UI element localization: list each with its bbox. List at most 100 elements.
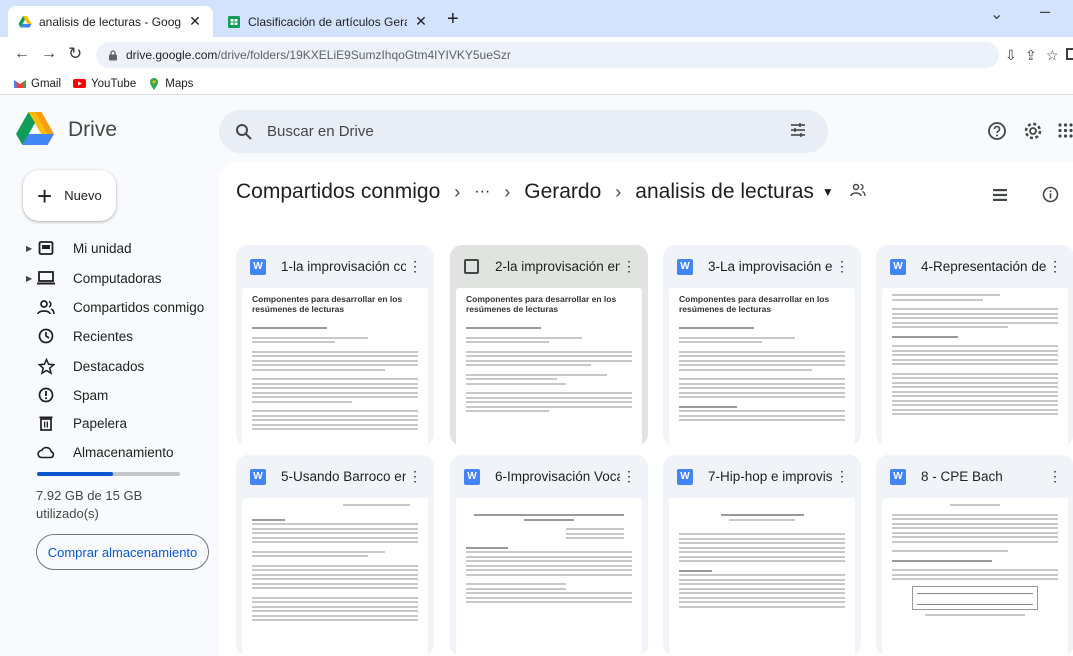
- file-card[interactable]: W 4-Representación de la improvisación ⋮: [876, 245, 1073, 446]
- bookmark-label: Maps: [165, 77, 194, 90]
- file-card[interactable]: W 7-Hip-hop e improvisación ⋮: [663, 455, 861, 656]
- bookmark-gmail[interactable]: Gmail: [14, 78, 61, 90]
- file-card[interactable]: W 6-Improvisación Vocal ⋮: [450, 455, 648, 656]
- word-file-icon: W: [677, 468, 693, 485]
- sidebar-item-mi-unidad[interactable]: ▶ Mi unidad: [26, 235, 216, 261]
- bookmark-maps[interactable]: Maps: [148, 77, 194, 90]
- drive-folder-icon: [36, 238, 56, 258]
- file-thumbnail: [669, 498, 855, 656]
- buy-storage-button[interactable]: Comprar almacenamiento: [36, 534, 209, 570]
- cloud-icon: [36, 442, 56, 462]
- word-file-icon: W: [890, 258, 906, 275]
- sidebar-item-almacenamiento[interactable]: Almacenamiento: [36, 439, 226, 465]
- sidebar-item-computadoras[interactable]: ▶ Computadoras: [26, 265, 216, 291]
- spam-icon: [36, 385, 56, 405]
- file-title: 8 - CPE Bach: [921, 469, 1003, 484]
- app-name[interactable]: Drive: [68, 118, 117, 142]
- back-icon[interactable]: ←: [14, 45, 30, 63]
- settings-gear-icon[interactable]: [1023, 121, 1043, 141]
- sidebar-item-compartidos[interactable]: Compartidos conmigo: [36, 294, 226, 320]
- breadcrumb-root[interactable]: Compartidos conmigo: [236, 180, 440, 204]
- expand-caret-icon[interactable]: ▶: [26, 274, 36, 283]
- shared-folder-icon[interactable]: [850, 183, 866, 201]
- side-panel-icon[interactable]: [1066, 48, 1073, 60]
- sheets-favicon-icon: [228, 15, 240, 28]
- search-input[interactable]: Buscar en Drive: [219, 110, 828, 153]
- file-card-header: W 7-Hip-hop e improvisación: [663, 455, 861, 498]
- file-card-header: W 1-la improvisación como recurso: [236, 245, 434, 288]
- file-title: 5-Usando Barroco en el aula: [281, 469, 406, 484]
- help-icon[interactable]: [987, 121, 1007, 141]
- bookmark-youtube[interactable]: YouTube: [73, 78, 136, 90]
- maps-icon: [150, 77, 159, 90]
- drive-logo-icon[interactable]: [16, 112, 54, 145]
- word-file-icon: W: [464, 468, 480, 485]
- chevron-right-icon: ›: [454, 181, 461, 202]
- file-card[interactable]: W 5-Usando Barroco en el aula ⋮: [236, 455, 434, 656]
- more-options-icon[interactable]: ⋮: [622, 258, 636, 275]
- expand-caret-icon[interactable]: ▶: [26, 244, 36, 253]
- more-options-icon[interactable]: ⋮: [835, 468, 849, 485]
- search-options-icon[interactable]: [790, 122, 806, 138]
- search-placeholder: Buscar en Drive: [267, 123, 374, 140]
- gmail-icon: [14, 80, 26, 88]
- breadcrumb-more[interactable]: ···: [474, 183, 490, 201]
- file-card[interactable]: W 1-la improvisación como recurso ⋮ Comp…: [236, 245, 434, 446]
- tab-drive[interactable]: analisis de lecturas - Google Drive ✕: [8, 6, 213, 37]
- sidebar-item-spam[interactable]: Spam: [36, 382, 226, 408]
- breadcrumb-parent[interactable]: Gerardo: [524, 180, 601, 204]
- sidebar-item-papelera[interactable]: Papelera: [36, 410, 226, 436]
- tab-search-chevron-icon[interactable]: ⌄: [990, 4, 1003, 24]
- more-options-icon[interactable]: ⋮: [835, 258, 849, 275]
- install-app-icon[interactable]: ⇩: [1005, 47, 1017, 64]
- new-button-label: Nuevo: [64, 188, 102, 203]
- file-card[interactable]: W 8 - CPE Bach ⋮: [876, 455, 1073, 656]
- file-card-header: W 3-La improvisación en la educación: [663, 245, 861, 288]
- more-options-icon[interactable]: ⋮: [408, 258, 422, 275]
- new-button[interactable]: + Nuevo: [23, 170, 116, 221]
- breadcrumb: Compartidos conmigo › ··· › Gerardo › an…: [236, 180, 866, 204]
- new-tab-button[interactable]: +: [447, 9, 459, 29]
- sidebar-item-recientes[interactable]: Recientes: [36, 323, 226, 349]
- file-card-header: W 4-Representación de la improvisación: [876, 245, 1073, 288]
- apps-grid-icon[interactable]: [1058, 123, 1073, 138]
- word-file-icon: W: [250, 258, 266, 275]
- more-options-icon[interactable]: ⋮: [622, 468, 636, 485]
- sidebar-item-label: Compartidos conmigo: [73, 299, 205, 315]
- address-bar[interactable]: drive.google.com/drive/folders/19KXELiE9…: [96, 42, 999, 68]
- bookmark-label: Gmail: [31, 77, 62, 90]
- more-options-icon[interactable]: ⋮: [1048, 468, 1062, 485]
- file-card-header: W 8 - CPE Bach: [876, 455, 1073, 498]
- file-card-header: 2-la improvisación en la música: [450, 245, 648, 288]
- file-card[interactable]: 2-la improvisación en la música ⋮ Compon…: [450, 245, 648, 446]
- sidebar-item-label: Papelera: [73, 415, 128, 431]
- word-file-icon: W: [677, 258, 693, 275]
- bookmark-star-icon[interactable]: ☆: [1046, 47, 1059, 64]
- more-options-icon[interactable]: ⋮: [408, 468, 422, 485]
- select-checkbox[interactable]: [464, 259, 479, 274]
- url-host: drive.google.com: [126, 48, 218, 62]
- tab-sheets[interactable]: Clasificación de artículos Gerardo ✕: [217, 6, 439, 37]
- file-card[interactable]: W 3-La improvisación en la educación ⋮ C…: [663, 245, 861, 446]
- close-tab-icon[interactable]: ✕: [187, 13, 203, 30]
- share-icon[interactable]: ⇪: [1025, 47, 1037, 64]
- file-title: 1-la improvisación como recurso: [281, 259, 406, 274]
- thumbnail-title: Componentes para desarrollar en los resú…: [679, 294, 830, 314]
- list-view-icon[interactable]: [993, 189, 1007, 201]
- caret-down-icon[interactable]: ▼: [822, 185, 834, 199]
- drive-favicon-icon: [18, 15, 32, 27]
- forward-icon[interactable]: →: [41, 45, 57, 63]
- close-tab-icon[interactable]: ✕: [413, 13, 429, 30]
- file-card-header: W 6-Improvisación Vocal: [450, 455, 648, 498]
- breadcrumb-current[interactable]: analisis de lecturas: [635, 180, 814, 204]
- chevron-right-icon: ›: [504, 181, 511, 202]
- word-file-icon: W: [250, 468, 266, 485]
- info-icon[interactable]: [1042, 186, 1059, 203]
- reload-icon[interactable]: ↻: [68, 44, 82, 64]
- more-options-icon[interactable]: ⋮: [1048, 258, 1062, 275]
- minimize-icon[interactable]: –: [1040, 1, 1050, 22]
- thumbnail-title: Componentes para desarrollar en los resú…: [252, 294, 403, 314]
- sidebar-item-destacados[interactable]: Destacados: [36, 353, 226, 379]
- file-title: 3-La improvisación en la educación: [708, 259, 833, 274]
- thumbnail-title: Componentes para desarrollar en los resú…: [466, 294, 617, 314]
